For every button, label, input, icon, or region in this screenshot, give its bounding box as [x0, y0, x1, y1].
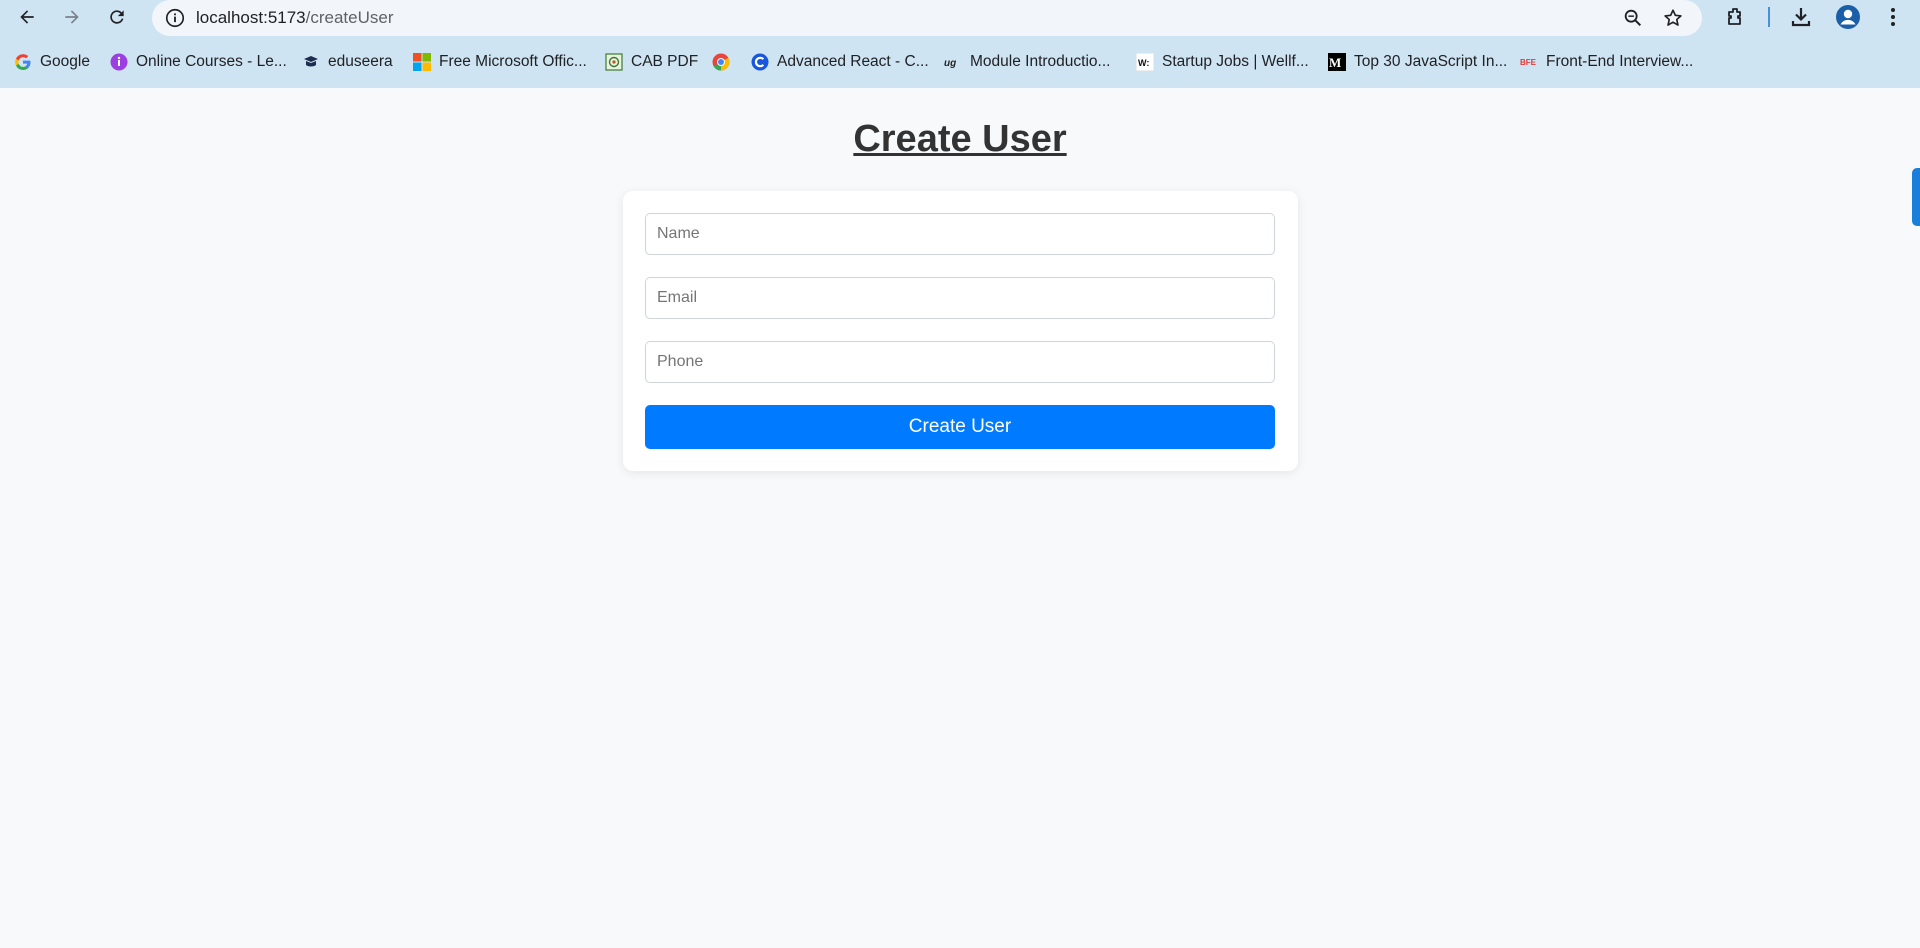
bookmark-chrome[interactable]	[712, 50, 730, 74]
bookmark-module-introduction[interactable]: ug Module Introductio...	[944, 50, 1110, 74]
bookmark-label: Google	[40, 53, 90, 70]
bookmark-eduseera[interactable]: eduseera	[302, 50, 393, 74]
browser-toolbar: localhost:5173/createUser Google Online …	[0, 0, 1920, 88]
bookmark-label: Startup Jobs | Wellf...	[1162, 53, 1309, 70]
bookmarks-bar: Google Online Courses - Le... eduseera F…	[0, 48, 1920, 76]
reload-button[interactable]	[103, 3, 131, 31]
bookmark-label: Advanced React - C...	[777, 53, 929, 70]
email-input[interactable]	[645, 277, 1275, 319]
forward-button[interactable]	[58, 3, 86, 31]
bookmark-star-icon[interactable]	[1662, 7, 1684, 29]
eduseera-icon	[304, 56, 318, 67]
url-text[interactable]: localhost:5173/createUser	[196, 8, 394, 28]
toolbar-separator	[1768, 7, 1770, 27]
download-icon[interactable]	[1789, 5, 1813, 29]
bookmark-top-30-javascript[interactable]: M Top 30 JavaScript In...	[1328, 50, 1507, 74]
bookmark-label: Top 30 JavaScript In...	[1354, 53, 1508, 70]
create-user-button[interactable]: Create User	[645, 405, 1275, 449]
bfe-icon: BFE	[1520, 58, 1537, 67]
svg-text:M: M	[1329, 55, 1341, 70]
bookmark-label: CAB PDF	[631, 53, 699, 70]
phone-input[interactable]	[645, 341, 1275, 383]
bookmark-startup-jobs[interactable]: W: Startup Jobs | Wellf...	[1136, 50, 1309, 74]
microsoft-icon	[413, 53, 431, 71]
bookmark-advanced-react[interactable]: Advanced React - C...	[751, 50, 929, 74]
bookmark-front-end-interview[interactable]: BFE Front-End Interview...	[1520, 50, 1693, 74]
bookmark-label: Front-End Interview...	[1546, 53, 1694, 70]
advanced-react-icon	[751, 53, 769, 71]
bookmark-label: Free Microsoft Offic...	[439, 53, 587, 70]
arrow-right-icon	[65, 10, 79, 24]
navigation-row: localhost:5173/createUser	[0, 0, 1920, 36]
profile-avatar-icon[interactable]	[1835, 4, 1861, 30]
create-user-form: Create User	[623, 191, 1298, 471]
bookmark-label: Online Courses - Le...	[136, 53, 287, 70]
site-info-icon[interactable]	[164, 7, 186, 29]
medium-icon: M	[1328, 53, 1346, 71]
back-button[interactable]	[13, 3, 41, 31]
page-title: Create User	[853, 118, 1067, 160]
name-input[interactable]	[645, 213, 1275, 255]
reload-icon	[110, 10, 124, 24]
cab-pdf-icon	[605, 53, 623, 71]
wellfound-icon: W:	[1136, 53, 1154, 71]
online-courses-icon	[110, 53, 128, 71]
menu-dots-icon[interactable]	[1881, 5, 1905, 29]
chrome-icon	[712, 53, 730, 71]
side-panel-tab[interactable]	[1912, 168, 1920, 226]
bookmark-google[interactable]: Google	[14, 50, 90, 74]
arrow-left-icon	[20, 10, 34, 24]
module-icon: ug	[944, 58, 956, 69]
bookmark-microsoft[interactable]: Free Microsoft Offic...	[413, 50, 587, 74]
bookmark-cab-pdf[interactable]: CAB PDF	[605, 50, 698, 74]
svg-text:BFE: BFE	[1520, 58, 1537, 67]
svg-text:ug: ug	[944, 58, 956, 69]
bookmark-online-courses[interactable]: Online Courses - Le...	[110, 50, 287, 74]
bookmark-label: eduseera	[328, 53, 393, 70]
google-icon	[15, 54, 31, 70]
url-host: localhost:5173	[196, 8, 306, 27]
address-bar[interactable]: localhost:5173/createUser	[152, 0, 1702, 36]
url-path: /createUser	[305, 8, 394, 27]
extensions-icon[interactable]	[1724, 5, 1748, 29]
svg-text:W:: W:	[1138, 58, 1149, 68]
zoom-icon[interactable]	[1622, 7, 1644, 29]
bookmark-label: Module Introductio...	[970, 53, 1111, 70]
